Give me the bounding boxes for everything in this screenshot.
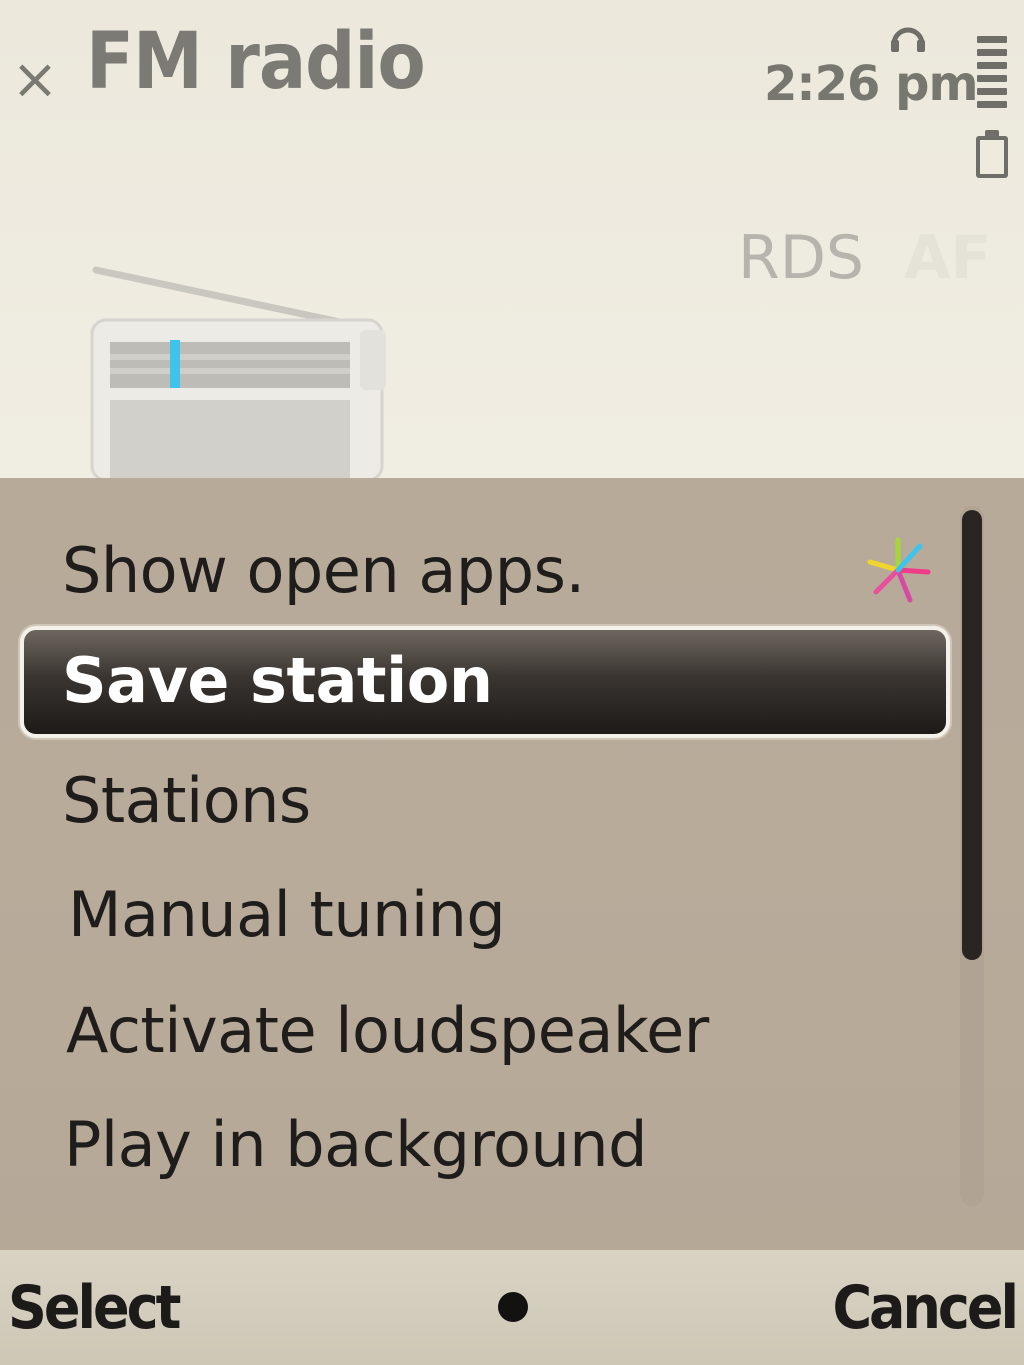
menu-item-manual-tuning[interactable]: Manual tuning: [68, 870, 506, 960]
fm-radio-screen: × FM radio 2:26 pm RDS AF Show open apps…: [0, 0, 1024, 1365]
rds-indicator: RDS: [738, 223, 864, 293]
signal-icon: [976, 130, 1008, 178]
softkey-bar: Select Cancel: [0, 1250, 1024, 1365]
status-clock: 2:26 pm: [764, 56, 978, 112]
scrollbar-thumb[interactable]: [962, 510, 982, 960]
select-softkey[interactable]: Select: [8, 1268, 181, 1348]
close-icon[interactable]: ×: [10, 50, 60, 110]
menu-item-stations[interactable]: Stations: [62, 756, 311, 846]
menu-item-play-in-background[interactable]: Play in background: [64, 1100, 647, 1190]
menu-item-save-station[interactable]: Save station: [62, 636, 493, 726]
menu-item-save-station-selected[interactable]: Save station: [20, 626, 950, 738]
radio-illustration: [90, 266, 386, 480]
af-indicator: AF: [904, 223, 992, 293]
battery-icon: [972, 36, 1012, 116]
center-key-dot-icon[interactable]: [498, 1292, 528, 1322]
headset-icon: [891, 27, 925, 52]
options-menu: Show open apps. Save station Stations Ma…: [0, 478, 1024, 1250]
app-title: FM radio: [86, 17, 426, 107]
cancel-softkey[interactable]: Cancel: [832, 1268, 1019, 1348]
menu-item-show-open-apps[interactable]: Show open apps.: [62, 526, 585, 616]
menu-item-activate-loudspeaker[interactable]: Activate loudspeaker: [66, 986, 709, 1076]
open-apps-icon[interactable]: [862, 534, 934, 606]
